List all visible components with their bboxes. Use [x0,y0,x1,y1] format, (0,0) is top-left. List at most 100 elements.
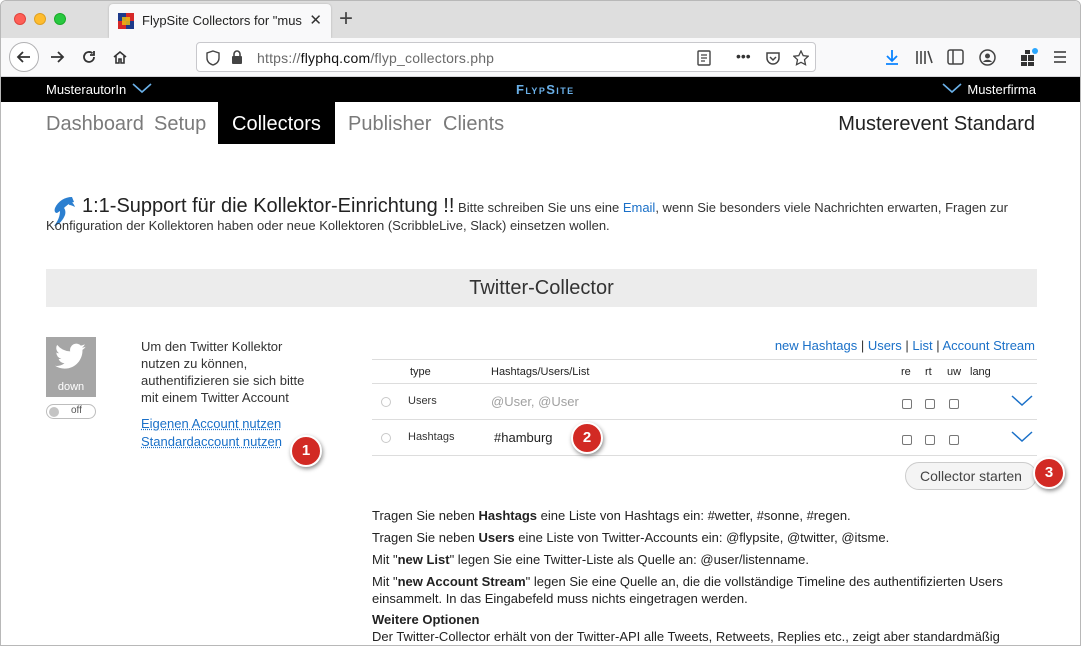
column-header-rt: rt [925,366,932,378]
tab-title: FlypSite Collectors for "musterf [142,13,302,28]
address-bar[interactable]: https://flyphq.com/flyp_collectors.php •… [196,42,816,72]
support-text-before: Bitte schreiben Sie uns eine [454,200,623,215]
help-keyword: Hashtags [478,508,538,523]
new-hashtags-link[interactable]: new Hashtags [775,338,857,353]
nav-dashboard[interactable]: Dashboard [46,113,144,136]
reload-icon [83,51,95,63]
close-tab-icon[interactable]: ✕ [309,11,322,29]
support-notice: 1:1-Support für die Kollektor-Einrichtun… [46,195,1046,235]
help-line-users: Tragen Sie neben Users eine Liste von Tw… [372,529,1037,546]
reader-view-icon[interactable] [697,50,711,66]
help-text-part: Mit " [372,552,398,567]
toggle-knob [49,407,59,417]
download-icon[interactable] [884,49,900,66]
default-account-link[interactable]: Standardaccount nutzen [141,434,282,449]
brand-logo[interactable]: FlypSite [516,82,575,97]
start-collector-button[interactable]: Collector starten [905,462,1037,490]
table-row: Users @User, @User [372,384,1037,420]
minimize-window-button[interactable] [34,13,46,25]
row-type: Hashtags [408,431,455,443]
close-window-button[interactable] [14,13,26,25]
callout-badge-2: 2 [571,422,603,454]
chevron-down-icon[interactable] [1011,395,1033,407]
more-options-text: Der Twitter-Collector erhält von der Twi… [372,629,1000,644]
help-line-stream: Mit "new Account Stream" legen Sie eine … [372,573,1037,607]
bookmark-star-icon[interactable] [793,50,809,66]
back-button[interactable] [9,42,39,72]
collector-table: type Hashtags/Users/List re rt uw lang U… [372,359,1037,456]
chevron-down-icon[interactable] [1011,431,1033,443]
column-header-lang: lang [970,366,991,378]
twitter-status-tile: down [46,337,96,397]
lock-icon[interactable] [231,50,243,65]
nav-clients[interactable]: Clients [443,113,504,136]
help-text-part: eine Liste von Twitter-Accounts ein: @fl… [514,530,890,545]
reload-button[interactable] [75,43,103,71]
collector-toggle[interactable]: off [46,404,96,419]
separator: | [857,338,868,353]
rt-checkbox[interactable] [925,435,935,445]
author-menu[interactable]: MusterautorIn [46,82,152,97]
shield-icon[interactable] [206,50,220,66]
separator: | [932,338,943,353]
list-link[interactable]: List [912,338,932,353]
browser-window: FlypSite Collectors for "musterf ✕ + htt… [0,0,1081,646]
nav-publisher[interactable]: Publisher [348,113,431,136]
rt-checkbox[interactable] [925,399,935,409]
extensions-icon[interactable] [1019,47,1039,67]
flypsite-favicon-icon [118,13,134,29]
help-text-part: Mit " [372,574,398,589]
library-icon[interactable] [915,49,933,65]
users-link[interactable]: Users [868,338,902,353]
sidebar-icon[interactable] [947,49,964,65]
home-icon [113,50,127,64]
callout-badge-1: 1 [290,435,322,467]
re-checkbox[interactable] [902,435,912,445]
row-value-input[interactable]: #hamburg [494,430,553,445]
nav-collectors[interactable]: Collectors [218,102,335,144]
browser-tab-active[interactable]: FlypSite Collectors for "musterf ✕ [109,4,331,38]
url-path: /flyp_collectors.php [370,50,495,66]
support-headline: 1:1-Support für die Kollektor-Einrichtun… [82,195,455,217]
site-top-bar: MusterautorIn FlypSite Musterfirma [1,77,1080,102]
email-link[interactable]: Email [623,200,656,215]
uw-checkbox[interactable] [949,399,959,409]
help-text: Tragen Sie neben Hashtags eine Liste von… [372,507,1037,645]
home-button[interactable] [106,43,134,71]
account-icon[interactable] [979,49,996,66]
page-actions-icon[interactable]: ••• [736,48,751,64]
arrow-left-icon [16,51,30,63]
collector-type-links: new Hashtags | Users | List | Account St… [775,338,1035,353]
url-domain: flyphq.com [300,50,371,66]
event-title[interactable]: Musterevent Standard [838,113,1035,136]
own-account-link[interactable]: Eigenen Account nutzen [141,416,281,431]
row-radio[interactable] [381,433,391,443]
re-checkbox[interactable] [902,399,912,409]
forward-button[interactable] [43,43,71,71]
help-text-part: eine Liste von Hashtags ein: #wetter, #s… [537,508,851,523]
uw-checkbox[interactable] [949,435,959,445]
help-line-hashtags: Tragen Sie neben Hashtags eine Liste von… [372,507,1037,524]
new-tab-icon[interactable]: + [339,5,353,33]
company-menu[interactable]: Musterfirma [942,82,1036,97]
url-text[interactable]: https://flyphq.com/flyp_collectors.php [257,50,494,66]
column-header-uw: uw [947,366,962,378]
url-scheme: https:// [257,50,301,66]
separator: | [901,338,913,353]
zoom-window-button[interactable] [54,13,66,25]
pocket-icon[interactable] [765,50,781,66]
navigation-bar: https://flyphq.com/flyp_collectors.php •… [1,38,1080,77]
nav-setup[interactable]: Setup [154,113,206,136]
toggle-label: off [71,405,82,416]
hamburger-menu-icon[interactable] [1053,50,1067,64]
main-navigation: Dashboard Setup Collectors Publisher Cli… [1,102,1080,144]
table-header-row: type Hashtags/Users/List re rt uw lang [372,360,1037,384]
company-name: Musterfirma [967,82,1036,97]
arrow-right-icon [51,51,65,63]
row-value-input[interactable]: @User, @User [491,394,579,409]
help-keyword: Users [478,530,515,545]
account-stream-link[interactable]: Account Stream [943,338,1036,353]
table-row: Hashtags #hamburg [372,420,1037,456]
row-radio[interactable] [381,397,391,407]
help-keyword: new List [397,552,450,567]
